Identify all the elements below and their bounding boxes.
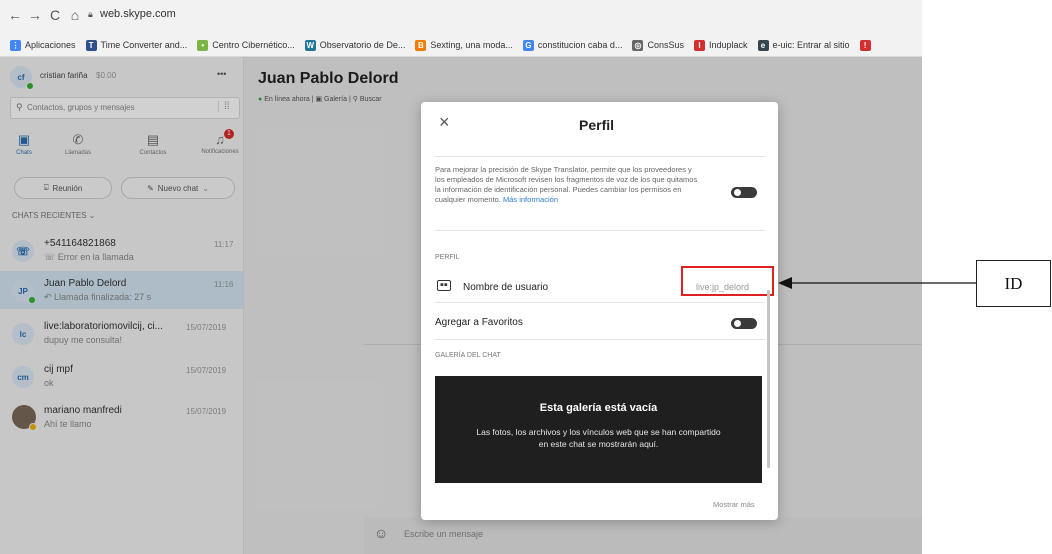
id-annotation-label: ID: [976, 260, 1051, 307]
annotation-layer: [778, 277, 976, 289]
annotation-arrowhead: [778, 277, 792, 289]
